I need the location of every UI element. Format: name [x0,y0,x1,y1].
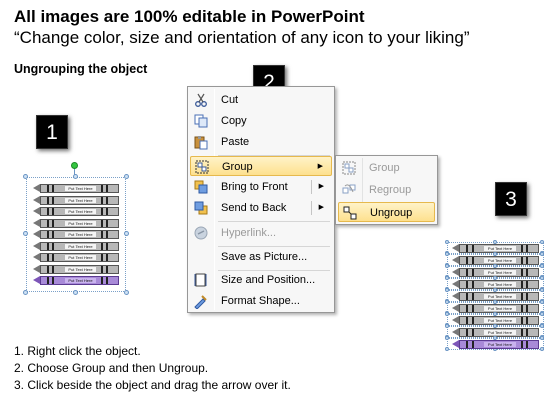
resize-handle-s[interactable] [73,290,78,295]
resize-handle[interactable] [540,312,544,316]
resize-handle[interactable] [445,276,449,280]
resize-handle-nw[interactable] [23,174,28,179]
instruction-step-3: 3. Click beside the object and drag the … [14,378,291,392]
resize-handle[interactable] [445,264,449,268]
group-icon [341,160,357,176]
resize-handle[interactable] [540,336,544,340]
paste-icon [193,134,209,150]
resize-handle[interactable] [540,288,544,292]
menu-item-paste[interactable]: Paste [190,132,332,152]
instructions-list: 1. Right click the object. 2. Choose Gro… [14,343,291,394]
instruction-step-1: 1. Right click the object. [14,344,141,358]
resize-handle[interactable] [445,312,449,316]
resize-handle[interactable] [540,276,544,280]
bring-to-front-icon [193,179,209,195]
resize-handle-n[interactable] [73,174,78,179]
regroup-icon [341,182,357,198]
crayon-label: Put Text Here [65,186,96,191]
resize-handle-w[interactable] [23,231,28,236]
crayon-label: Put Text Here [484,318,516,323]
resize-handle[interactable] [445,252,449,256]
menu-item-format-shape[interactable]: Format Shape... [190,291,332,311]
menu-item-group[interactable]: Group ▶ [190,156,332,176]
rotate-handle[interactable] [71,162,78,169]
resize-handle-sw[interactable] [23,290,28,295]
crayon-shape[interactable]: Put Text Here [33,241,119,251]
resize-handle[interactable] [540,300,544,304]
crayon-shape[interactable]: Put Text Here [33,230,119,239]
menu-item-cut[interactable]: Cut [190,90,332,110]
resize-handle-e[interactable] [124,231,129,236]
crayon-shape[interactable]: Put Text Here [33,218,119,228]
crayon-label: Put Text Here [484,258,516,263]
step-badge-3: 3 [495,182,527,216]
size-position-icon [193,272,209,288]
crayon-label: Put Text Here [65,255,96,260]
crayon-label: Put Text Here [484,246,516,251]
ungroup-icon [342,205,358,221]
crayon-shape[interactable]: Put Text Here [452,340,539,349]
crayon-label: Put Text Here [484,270,516,275]
crayon-shape[interactable]: Put Text Here [33,264,119,274]
menu-item-hyperlink[interactable]: Hyperlink... [190,223,332,243]
submenu-item-ungroup[interactable]: Ungroup [338,202,435,222]
crayon-label: Put Text Here [65,197,96,203]
crayon-label: Put Text Here [484,306,516,311]
submenu-item-regroup[interactable]: Regroup [338,180,435,200]
group-icon [194,159,210,175]
crayon-shape[interactable]: Put Text Here [33,207,119,216]
crayon-shape[interactable]: Put Text Here [33,184,119,193]
group-submenu: Group Regroup Ungroup [335,155,438,225]
resize-handle[interactable] [445,240,449,244]
step-badge-1: 1 [36,115,68,149]
hyperlink-icon [193,225,209,241]
submenu-arrow-icon: ▶ [317,163,323,170]
crayon-shape[interactable]: Put Text Here [33,276,119,285]
section-title: Ungrouping the object [14,62,148,76]
crayon-label: Put Text Here [65,243,96,249]
grouped-crayon-object[interactable]: Put Text Here Put Text Here Put Text Here P… [23,162,129,295]
resize-handle[interactable] [445,347,449,351]
submenu-item-group[interactable]: Group [338,158,435,178]
crayon-label: Put Text Here [484,294,516,299]
crayon-label: Put Text Here [65,266,96,272]
resize-handle[interactable] [540,324,544,328]
resize-handle-ne[interactable] [124,174,129,179]
resize-handle[interactable] [445,336,449,340]
resize-handle[interactable] [445,300,449,304]
crayon-label: Put Text Here [65,209,96,214]
crayon-label: Put Text Here [484,282,516,287]
menu-item-size-and-position[interactable]: Size and Position... [190,270,332,290]
crayon-shape[interactable]: Put Text Here [33,195,119,205]
copy-icon [193,113,209,129]
resize-handle[interactable] [540,264,544,268]
menu-item-bring-to-front[interactable]: Bring to Front ▶ [190,177,332,197]
instruction-step-2: 2. Choose Group and then Ungroup. [14,361,209,375]
page-title: All images are 100% editable in PowerPoi… [14,7,365,26]
crayon-shape[interactable]: Put Text Here [33,253,119,262]
resize-handle[interactable] [540,252,544,256]
crayon-label: Put Text Here [65,232,96,237]
crayon-label: Put Text Here [484,330,516,335]
format-shape-icon [193,293,209,310]
resize-handle[interactable] [540,240,544,244]
resize-handle[interactable] [445,288,449,292]
resize-handle[interactable] [540,347,544,351]
ungrouped-crayon-objects[interactable]: Put Text Here Put Text Here Put Text Here P… [445,240,544,354]
scissors-icon [193,92,209,108]
menu-item-save-as-picture[interactable]: Save as Picture... [190,247,332,267]
crayon-label: Put Text Here [65,278,96,283]
submenu-arrow-icon: ▶ [318,183,324,190]
menu-item-copy[interactable]: Copy [190,111,332,131]
crayon-label: Put Text Here [484,342,516,347]
context-menu: Cut Copy Paste Group ▶ Bring to Front ▶ … [187,86,335,313]
crayon-label: Put Text Here [65,220,96,226]
page-subtitle: “Change color, size and orientation of a… [14,28,470,47]
menu-item-send-to-back[interactable]: Send to Back ▶ [190,198,332,218]
resize-handle[interactable] [445,324,449,328]
resize-handle-se[interactable] [124,290,129,295]
send-to-back-icon [193,200,209,216]
submenu-arrow-icon: ▶ [318,204,324,211]
